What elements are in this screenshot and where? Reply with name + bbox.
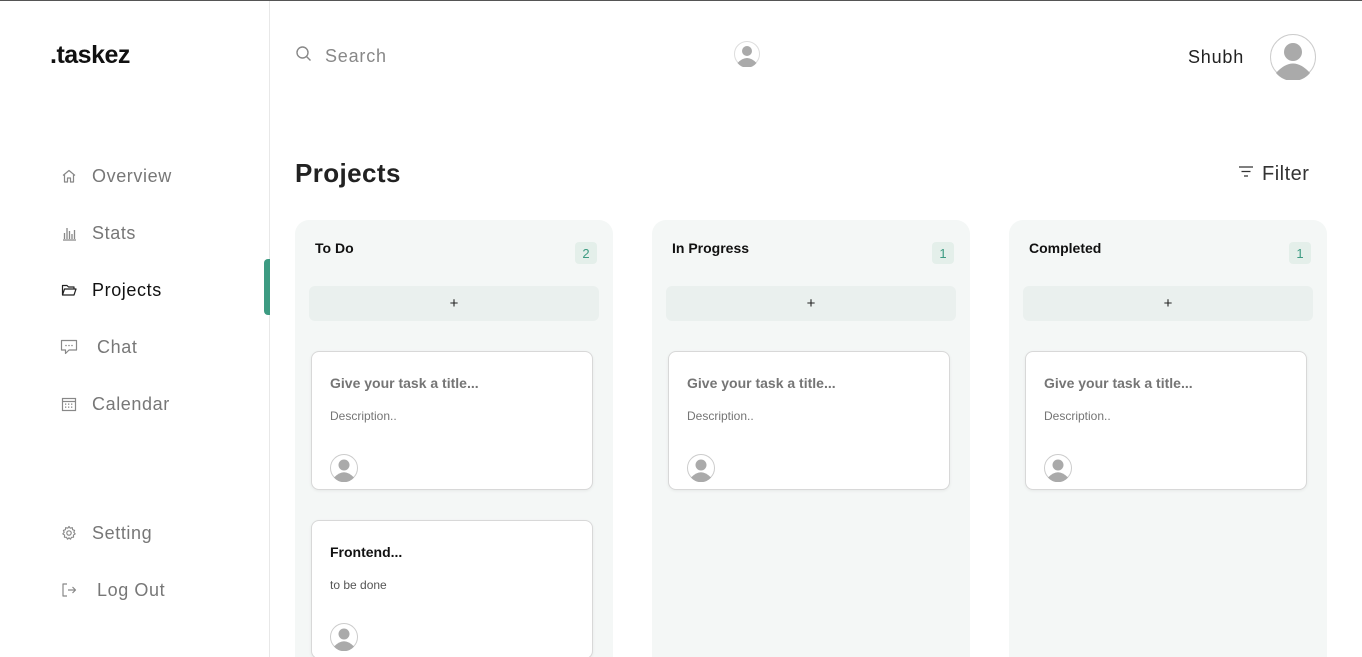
column-title: Completed (1029, 240, 1102, 256)
column-title: To Do (315, 240, 354, 256)
sidebar-item-label: Calendar (92, 393, 170, 414)
task-description-input[interactable] (687, 409, 927, 423)
task-card[interactable] (311, 351, 593, 490)
assignee-avatar[interactable] (687, 454, 715, 483)
sidebar-item-setting[interactable]: Setting (60, 521, 152, 545)
sidebar-item-label: Stats (92, 222, 137, 243)
column-title: In Progress (672, 240, 750, 256)
add-task-button[interactable]: + (309, 286, 599, 321)
calendar-icon (60, 395, 78, 413)
sidebar-item-calendar[interactable]: Calendar (60, 392, 170, 416)
chat-icon (60, 338, 78, 356)
assignee-avatar[interactable] (330, 623, 358, 652)
task-card[interactable]: Frontend... to be done (311, 520, 593, 657)
sidebar-item-overview[interactable]: Overview (60, 164, 172, 188)
logout-button[interactable]: Log Out (60, 578, 165, 602)
filter-icon (1238, 165, 1254, 184)
add-task-button[interactable]: + (666, 286, 956, 321)
gear-icon (60, 524, 78, 542)
app-logo[interactable]: .taskez (50, 41, 130, 70)
sidebar-item-label: Log Out (97, 579, 166, 600)
column-in-progress: In Progress 1 + (652, 220, 970, 657)
sidebar-item-projects[interactable]: Projects (60, 278, 162, 302)
stats-icon (60, 224, 78, 242)
page-title: Projects (295, 158, 401, 188)
column-todo: To Do 2 + Frontend... to be done (295, 220, 613, 657)
assignee-avatar[interactable] (1044, 454, 1072, 483)
search-icon (295, 45, 313, 68)
sidebar-item-label: Setting (92, 522, 153, 543)
active-indicator (264, 259, 270, 315)
task-card[interactable] (1025, 351, 1307, 490)
search-input[interactable] (325, 46, 625, 67)
search-bar (295, 45, 625, 68)
avatar[interactable] (734, 41, 760, 68)
add-task-button[interactable]: + (1023, 286, 1313, 321)
sidebar-item-chat[interactable]: Chat (60, 335, 137, 359)
task-title-input[interactable] (330, 375, 570, 391)
task-description-input[interactable] (1044, 409, 1284, 423)
filter-label: Filter (1262, 163, 1310, 185)
logout-icon (60, 581, 78, 599)
user-name[interactable]: Shubh (1188, 47, 1244, 68)
folder-icon (60, 281, 78, 299)
assignee-avatar[interactable] (330, 454, 358, 483)
task-description-input[interactable] (330, 409, 570, 423)
sidebar: .taskez Overview Stats Projects Chat Cal… (0, 1, 270, 657)
column-count-badge: 1 (1289, 242, 1311, 264)
home-icon (60, 167, 78, 185)
user-avatar[interactable] (1270, 34, 1316, 82)
column-count-badge: 1 (932, 242, 954, 264)
sidebar-item-label: Overview (92, 165, 172, 186)
task-description: to be done (330, 578, 387, 592)
column-count-badge: 2 (575, 242, 597, 264)
sidebar-item-stats[interactable]: Stats (60, 221, 136, 245)
task-title: Frontend... (330, 544, 403, 560)
sidebar-item-label: Chat (97, 336, 138, 357)
sidebar-item-label: Projects (92, 279, 162, 300)
column-completed: Completed 1 + (1009, 220, 1327, 657)
task-title-input[interactable] (687, 375, 927, 391)
task-title-input[interactable] (1044, 375, 1284, 391)
filter-button[interactable]: Filter (1238, 163, 1309, 186)
task-card[interactable] (668, 351, 950, 490)
